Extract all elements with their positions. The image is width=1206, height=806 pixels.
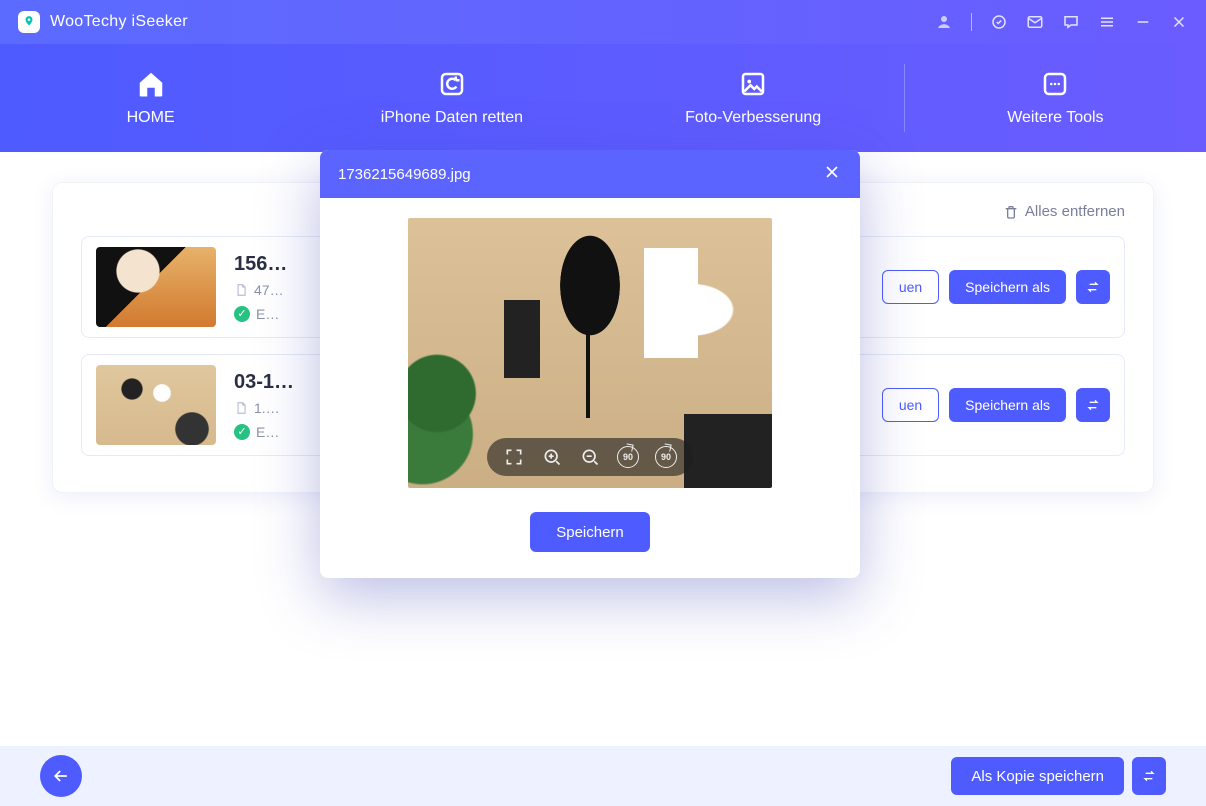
fullscreen-button[interactable]	[503, 446, 525, 468]
zoom-out-icon	[580, 447, 600, 467]
menu-icon[interactable]	[1098, 13, 1116, 31]
close-icon	[822, 162, 842, 182]
trash-icon	[1003, 204, 1019, 220]
rotate-degree-label: 90	[661, 452, 671, 462]
zoom-out-button[interactable]	[579, 446, 601, 468]
row-actions: uen Speichern als	[882, 270, 1110, 304]
modal-close-button[interactable]	[822, 162, 842, 187]
bottom-swap-button[interactable]	[1132, 757, 1166, 795]
app-title: WooTechy iSeeker	[50, 13, 188, 31]
swap-icon	[1085, 279, 1101, 295]
zoom-in-button[interactable]	[541, 446, 563, 468]
check-icon: ✓	[234, 306, 250, 322]
image-icon	[738, 69, 768, 99]
fullscreen-icon	[504, 447, 524, 467]
more-icon	[1040, 69, 1070, 99]
app-logo	[18, 11, 40, 33]
minimize-icon[interactable]	[1134, 13, 1152, 31]
nav-recover-label: iPhone Daten retten	[381, 109, 523, 127]
close-window-icon[interactable]	[1170, 13, 1188, 31]
cart-icon[interactable]	[990, 13, 1008, 31]
swap-button[interactable]	[1076, 388, 1110, 422]
bottom-bar: Als Kopie speichern	[0, 746, 1206, 806]
open-button[interactable]: uen	[882, 388, 939, 422]
preview-controls: 90 90	[487, 438, 693, 476]
swap-icon	[1085, 397, 1101, 413]
save-copy-button[interactable]: Als Kopie speichern	[951, 757, 1124, 795]
nav-enhance[interactable]: Foto-Verbesserung	[603, 44, 904, 152]
mail-icon[interactable]	[1026, 13, 1044, 31]
save-as-button[interactable]: Speichern als	[949, 388, 1066, 422]
titlebar-actions	[935, 13, 1188, 31]
nav-home[interactable]: HOME	[0, 44, 301, 152]
modal-body: 90 90	[320, 198, 860, 508]
remove-all-label: Alles entfernen	[1025, 203, 1125, 220]
nav-enhance-label: Foto-Verbesserung	[685, 109, 821, 127]
back-button[interactable]	[40, 755, 82, 797]
image-preview[interactable]: 90 90	[408, 218, 772, 488]
rotate-degree-label: 90	[623, 452, 633, 462]
account-icon[interactable]	[935, 13, 953, 31]
swap-icon	[1141, 768, 1157, 784]
file-thumbnail[interactable]	[96, 365, 216, 445]
titlebar: WooTechy iSeeker	[0, 0, 1206, 44]
preview-modal: 1736215649689.jpg 90 90 Speichern	[320, 150, 860, 578]
arrow-left-icon	[51, 766, 71, 786]
nav-recover[interactable]: iPhone Daten retten	[301, 44, 602, 152]
home-icon	[136, 69, 166, 99]
refresh-icon	[437, 69, 467, 99]
modal-title: 1736215649689.jpg	[338, 166, 471, 183]
nav-home-label: HOME	[127, 109, 175, 127]
file-thumbnail[interactable]	[96, 247, 216, 327]
row-actions: uen Speichern als	[882, 388, 1110, 422]
save-as-button[interactable]: Speichern als	[949, 270, 1066, 304]
rotate-left-button[interactable]: 90	[617, 446, 639, 468]
nav-more-tools[interactable]: Weitere Tools	[905, 44, 1206, 152]
feedback-icon[interactable]	[1062, 13, 1080, 31]
modal-save-button[interactable]: Speichern	[530, 512, 650, 552]
separator	[971, 13, 972, 31]
main-nav: HOME iPhone Daten retten Foto-Verbesseru…	[0, 44, 1206, 152]
file-icon	[234, 283, 248, 297]
open-button[interactable]: uen	[882, 270, 939, 304]
nav-more-label: Weitere Tools	[1007, 109, 1103, 127]
modal-footer: Speichern	[320, 508, 860, 578]
swap-button[interactable]	[1076, 270, 1110, 304]
check-icon: ✓	[234, 424, 250, 440]
rotate-right-button[interactable]: 90	[655, 446, 677, 468]
zoom-in-icon	[542, 447, 562, 467]
file-icon	[234, 401, 248, 415]
modal-header: 1736215649689.jpg	[320, 150, 860, 198]
remove-all-button[interactable]: Alles entfernen	[1003, 203, 1125, 220]
